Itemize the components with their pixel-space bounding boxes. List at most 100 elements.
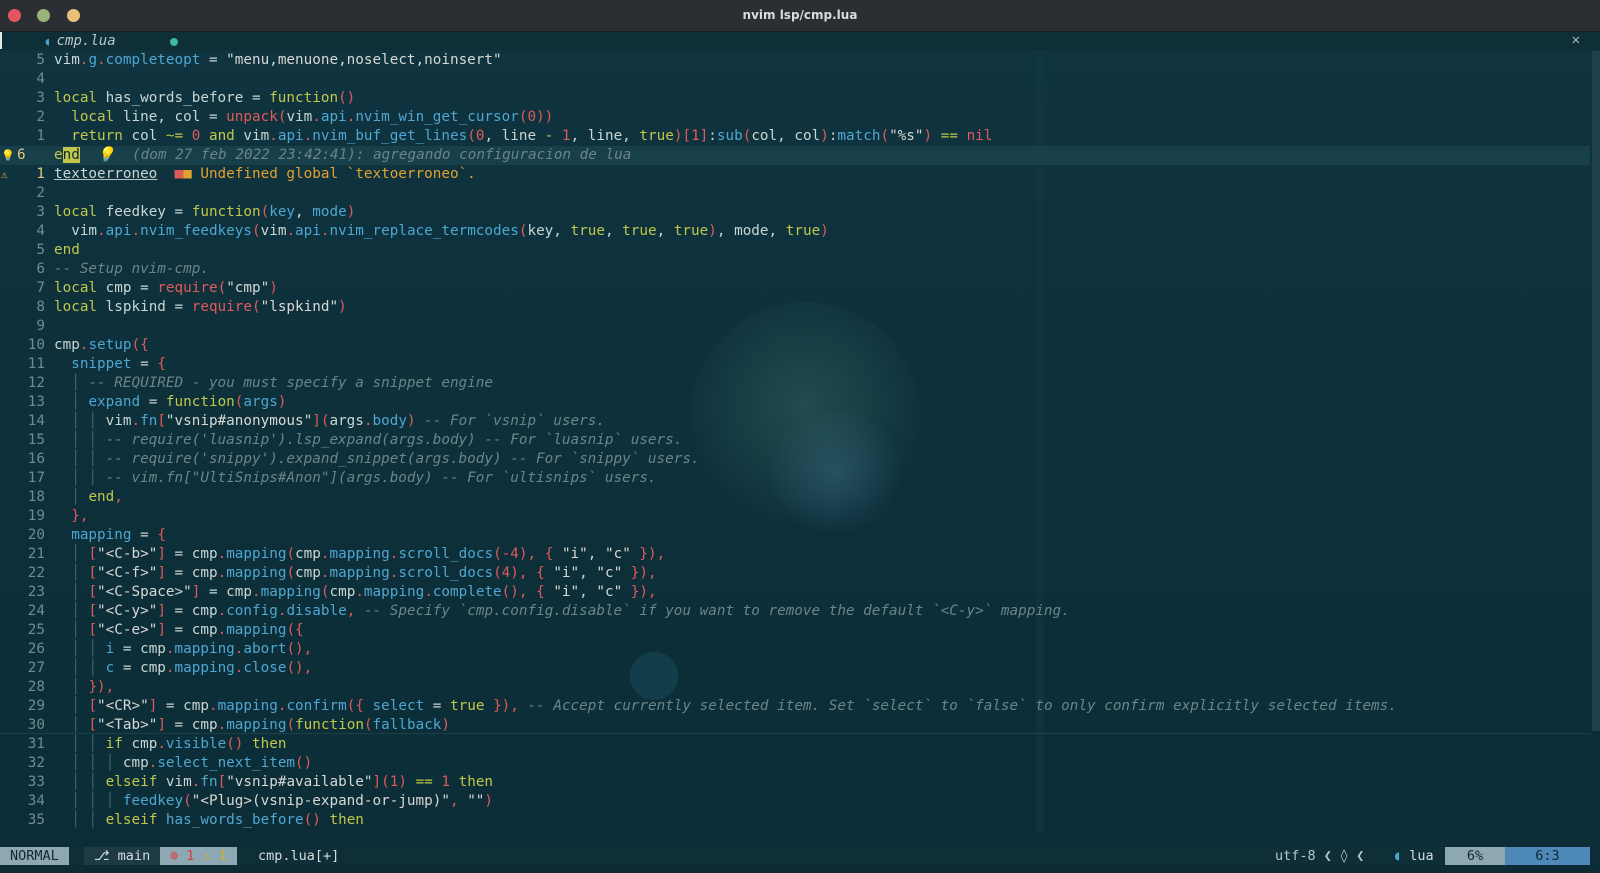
line-number: 33: [27, 774, 45, 790]
line-text: │ │ c = cmp.mapping.close(),: [54, 660, 313, 676]
code-line[interactable]: 35 │ │ elseif has_words_before() then: [0, 811, 1590, 830]
editor[interactable]: ◖ cmp.lua ✕ 5 vim.g.completeopt = "menu,m…: [0, 32, 1600, 873]
window-title: nvim lsp/cmp.lua: [742, 8, 858, 22]
code-line[interactable]: 5 end: [0, 241, 1590, 260]
line-number: 26: [27, 641, 45, 657]
line-text: │ ["<C-e>"] = cmp.mapping({: [54, 622, 304, 638]
diagnostics-summary[interactable]: ⊗ 1 ⚠ 1: [160, 847, 237, 865]
code-line[interactable]: 31 │ │ if cmp.visible() then: [0, 735, 1590, 754]
scroll-percent: 6%: [1445, 847, 1505, 865]
code-line[interactable]: 6 -- Setup nvim-cmp.: [0, 260, 1590, 279]
code-line[interactable]: 3 local feedkey = function(key, mode): [0, 203, 1590, 222]
line-text: │ -- REQUIRED - you must specify a snipp…: [54, 375, 493, 391]
line-number: 32: [27, 755, 45, 771]
line-number: 11: [27, 356, 45, 372]
code-line[interactable]: 26 │ │ i = cmp.mapping.abort(),: [0, 640, 1590, 659]
line-number: 5: [36, 242, 45, 258]
line-text: },: [71, 508, 89, 524]
line-number: 24: [27, 603, 45, 619]
tab-cmp-lua[interactable]: ◖ cmp.lua: [44, 32, 178, 50]
code-line[interactable]: 22 │ ["<C-f>"] = cmp.mapping(cmp.mapping…: [0, 564, 1590, 583]
line-text: cmp.setup({: [54, 337, 149, 353]
line-number: 28: [27, 679, 45, 695]
code-line[interactable]: 29 │ ["<CR>"] = cmp.mapping.confirm({ se…: [0, 697, 1590, 716]
line-number: 21: [27, 546, 45, 562]
code-line[interactable]: 2 local line, col = unpack(vim.api.nvim_…: [0, 108, 1590, 127]
window-titlebar: nvim lsp/cmp.lua: [0, 0, 1600, 32]
line-number: 16: [27, 451, 45, 467]
scrollbar-thumb[interactable]: [1592, 51, 1600, 731]
code-line[interactable]: 25 │ ["<C-e>"] = cmp.mapping({: [0, 621, 1590, 640]
line-text: local feedkey = function(key, mode): [54, 204, 356, 220]
file-name: cmp.lua[+]: [258, 848, 340, 864]
code-line[interactable]: 17 │ │ -- vim.fn["UltiSnips#Anon"](args.…: [0, 469, 1590, 488]
line-number: 9: [36, 318, 45, 334]
line-text: │ │ if cmp.visible() then: [54, 736, 287, 752]
line-text: │ │ │ cmp.select_next_item(): [54, 755, 313, 771]
line-text: local lspkind = require("lspkind"): [54, 299, 347, 315]
line-number: 27: [27, 660, 45, 676]
line-text: │ │ i = cmp.mapping.abort(),: [54, 641, 313, 657]
code-line[interactable]: 💡 6 end 💡 (dom 27 feb 2022 23:42:41): agre…: [0, 146, 1590, 165]
code-line[interactable]: 4 vim.api.nvim_feedkeys(vim.api.nvim_rep…: [0, 222, 1590, 241]
code-line[interactable]: 19 },: [0, 507, 1590, 526]
tabline-cursor: [0, 32, 2, 49]
code-line[interactable]: 21 │ ["<C-b>"] = cmp.mapping(cmp.mapping…: [0, 545, 1590, 564]
cursor-position: 6:3: [1505, 847, 1590, 865]
line-number: 3: [36, 204, 45, 220]
code-line[interactable]: 32 │ │ │ cmp.select_next_item(): [0, 754, 1590, 773]
code-line[interactable]: 24 │ ["<C-y>"] = cmp.config.disable, -- …: [0, 602, 1590, 621]
code-line[interactable]: 28 │ }),: [0, 678, 1590, 697]
line-text: │ ["<CR>"] = cmp.mapping.confirm({ selec…: [54, 698, 1397, 714]
code-line[interactable]: 20 mapping = {: [0, 526, 1590, 545]
line-number: 34: [27, 793, 45, 809]
command-line[interactable]: [0, 865, 1600, 873]
code-line[interactable]: 33 │ │ elseif vim.fn["vsnip#available"](…: [0, 773, 1590, 792]
code-line[interactable]: 10 cmp.setup({: [0, 336, 1590, 355]
code-line[interactable]: ⚠ 1 textoerroneo ■■ Undefined global `text…: [0, 165, 1590, 184]
lua-icon: ◖: [1393, 848, 1402, 864]
code-line[interactable]: 30 │ ["<Tab>"] = cmp.mapping(function(fa…: [0, 716, 1590, 735]
line-text: │ ["<Tab>"] = cmp.mapping(function(fallb…: [54, 717, 451, 733]
line-text: local line, col = unpack(vim.api.nvim_wi…: [71, 109, 554, 125]
code-line[interactable]: 2: [0, 184, 1590, 203]
line-text: │ }),: [54, 679, 115, 695]
code-line[interactable]: 5 vim.g.completeopt = "menu,menuone,nosel…: [0, 51, 1590, 70]
code-buffer[interactable]: 5 vim.g.completeopt = "menu,menuone,nosel…: [0, 51, 1590, 830]
code-line[interactable]: 15 │ │ -- require('luasnip').lsp_expand(…: [0, 431, 1590, 450]
tab-label: cmp.lua: [56, 33, 116, 49]
code-line[interactable]: 1 return col ~= 0 and vim.api.nvim_buf_g…: [0, 127, 1590, 146]
close-icon[interactable]: ✕: [1572, 32, 1580, 48]
code-line[interactable]: 34 │ │ │ feedkey("<Plug>(vsnip-expand-or…: [0, 792, 1590, 811]
line-text: │ │ │ feedkey("<Plug>(vsnip-expand-or-ju…: [54, 793, 494, 809]
line-number: 15: [27, 432, 45, 448]
line-text: mapping = {: [71, 527, 166, 543]
code-line[interactable]: 7 local cmp = require("cmp"): [0, 279, 1590, 298]
line-text: │ │ -- require('luasnip').lsp_expand(arg…: [54, 432, 683, 448]
code-line[interactable]: 12 │ -- REQUIRED - you must specify a sn…: [0, 374, 1590, 393]
line-number: 23: [27, 584, 45, 600]
line-number: 19: [27, 508, 45, 524]
code-line[interactable]: 23 │ ["<C-Space>"] = cmp.mapping(cmp.map…: [0, 583, 1590, 602]
code-line[interactable]: 16 │ │ -- require('snippy').expand_snipp…: [0, 450, 1590, 469]
scrollbar[interactable]: [1592, 51, 1600, 831]
line-number: 2: [36, 185, 45, 201]
line-text: vim.api.nvim_feedkeys(vim.api.nvim_repla…: [54, 223, 829, 239]
line-number: 4: [36, 223, 45, 239]
code-line[interactable]: 3 local has_words_before = function(): [0, 89, 1590, 108]
line-number: 17: [27, 470, 45, 486]
code-line[interactable]: 4: [0, 70, 1590, 89]
code-line[interactable]: 9: [0, 317, 1590, 336]
code-line[interactable]: 27 │ │ c = cmp.mapping.close(),: [0, 659, 1590, 678]
code-line[interactable]: 13 │ expand = function(args): [0, 393, 1590, 412]
line-number: 18: [27, 489, 45, 505]
code-line[interactable]: 18 │ end,: [0, 488, 1590, 507]
lua-icon: ◖: [44, 34, 51, 48]
code-line[interactable]: 8 local lspkind = require("lspkind"): [0, 298, 1590, 317]
line-text: local has_words_before = function(): [54, 90, 356, 106]
line-number: 12: [27, 375, 45, 391]
line-text: snippet = {: [71, 356, 166, 372]
line-number: 10: [27, 337, 45, 353]
code-line[interactable]: 14 │ │ vim.fn["vsnip#anonymous"](args.bo…: [0, 412, 1590, 431]
code-line[interactable]: 11 snippet = {: [0, 355, 1590, 374]
